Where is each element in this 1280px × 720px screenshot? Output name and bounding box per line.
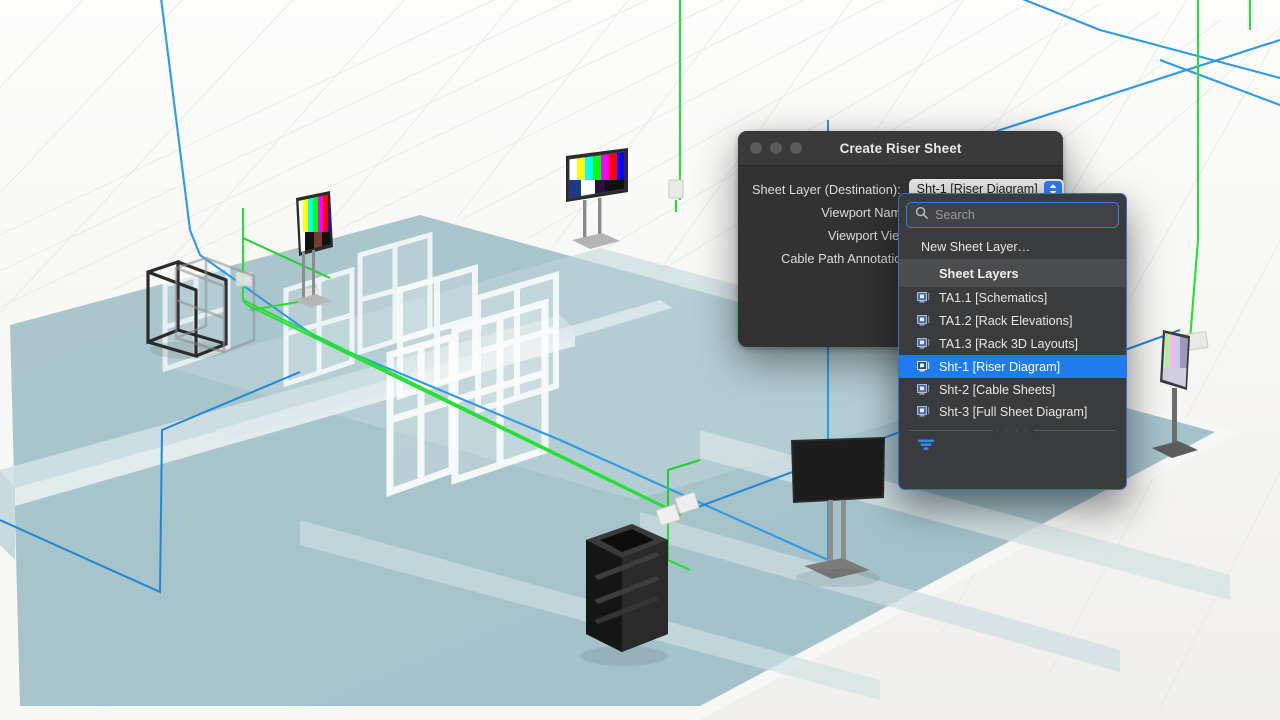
- menu-section-sheet-layers: Sheet Layers: [899, 259, 1126, 287]
- list-item[interactable]: Sht-2 [Cable Sheets]: [899, 378, 1126, 401]
- cable-path-annotation-label: Cable Path Annotation:: [781, 250, 912, 266]
- list-item[interactable]: TA1.2 [Rack Elevations]: [899, 310, 1126, 333]
- list-item-label: Sht-1 [Riser Diagram]: [939, 359, 1061, 374]
- search-wrapper: Search: [899, 194, 1126, 234]
- dropdown-footer: [899, 431, 1126, 458]
- app-window: Create Riser Sheet Sheet Layer (Destinat…: [0, 0, 1280, 720]
- close-button[interactable]: [750, 142, 762, 154]
- new-sheet-layer-label: New Sheet Layer…: [921, 239, 1031, 254]
- sheet-layer-icon: [917, 292, 930, 304]
- list-item-selected[interactable]: Sht-1 [Riser Diagram]: [899, 355, 1126, 379]
- viewport-view-label: Viewport View:: [827, 227, 912, 243]
- sheet-layer-label: Sheet Layer (Destination):: [752, 181, 901, 197]
- minimize-button[interactable]: [770, 142, 782, 154]
- equipment-rack-center: [586, 524, 668, 652]
- sheet-layer-icon: [917, 383, 930, 396]
- list-item-label: Sht-2 [Cable Sheets]: [939, 382, 1056, 397]
- separator-line: · · · ·: [909, 425, 1116, 435]
- search-input[interactable]: Search: [906, 202, 1119, 228]
- list-item-label: TA1.3 [Rack 3D Layouts]: [939, 336, 1079, 351]
- list-item[interactable]: TA1.3 [Rack 3D Layouts]: [899, 333, 1126, 356]
- sheet-layer-list: TA1.1 [Schematics] TA1.2 [Rack Elevation…: [899, 287, 1126, 424]
- filter-icon[interactable]: [917, 439, 935, 457]
- viewport-name-label: Viewport Name:: [821, 204, 912, 220]
- resize-grip-dots[interactable]: · · · ·: [991, 425, 1034, 435]
- sheet-layer-icon: [917, 406, 930, 418]
- list-item-label: TA1.1 [Schematics]: [939, 291, 1048, 306]
- zoom-button[interactable]: [790, 142, 802, 154]
- sheet-layer-icon: [917, 315, 930, 327]
- list-item[interactable]: Sht-3 [Full Sheet Diagram]: [899, 401, 1126, 424]
- menu-item-new-sheet-layer[interactable]: New Sheet Layer…: [899, 234, 1126, 259]
- window-controls[interactable]: [750, 142, 802, 154]
- dialog-titlebar[interactable]: Create Riser Sheet: [738, 131, 1063, 166]
- list-item-label: TA1.2 [Rack Elevations]: [939, 314, 1073, 329]
- search-icon: [915, 206, 928, 224]
- sheet-layer-icon: [917, 360, 930, 373]
- search-placeholder: Search: [935, 208, 975, 222]
- sheet-layer-icon: [917, 337, 930, 350]
- sheet-layer-dropdown-menu[interactable]: Search New Sheet Layer… Sheet Layers TA1…: [898, 193, 1127, 490]
- dropdown-resize-separator[interactable]: · · · ·: [899, 424, 1126, 435]
- list-item-label: Sht-3 [Full Sheet Diagram]: [939, 405, 1088, 420]
- section-header-label: Sheet Layers: [939, 265, 1019, 281]
- list-item[interactable]: TA1.1 [Schematics]: [899, 287, 1126, 310]
